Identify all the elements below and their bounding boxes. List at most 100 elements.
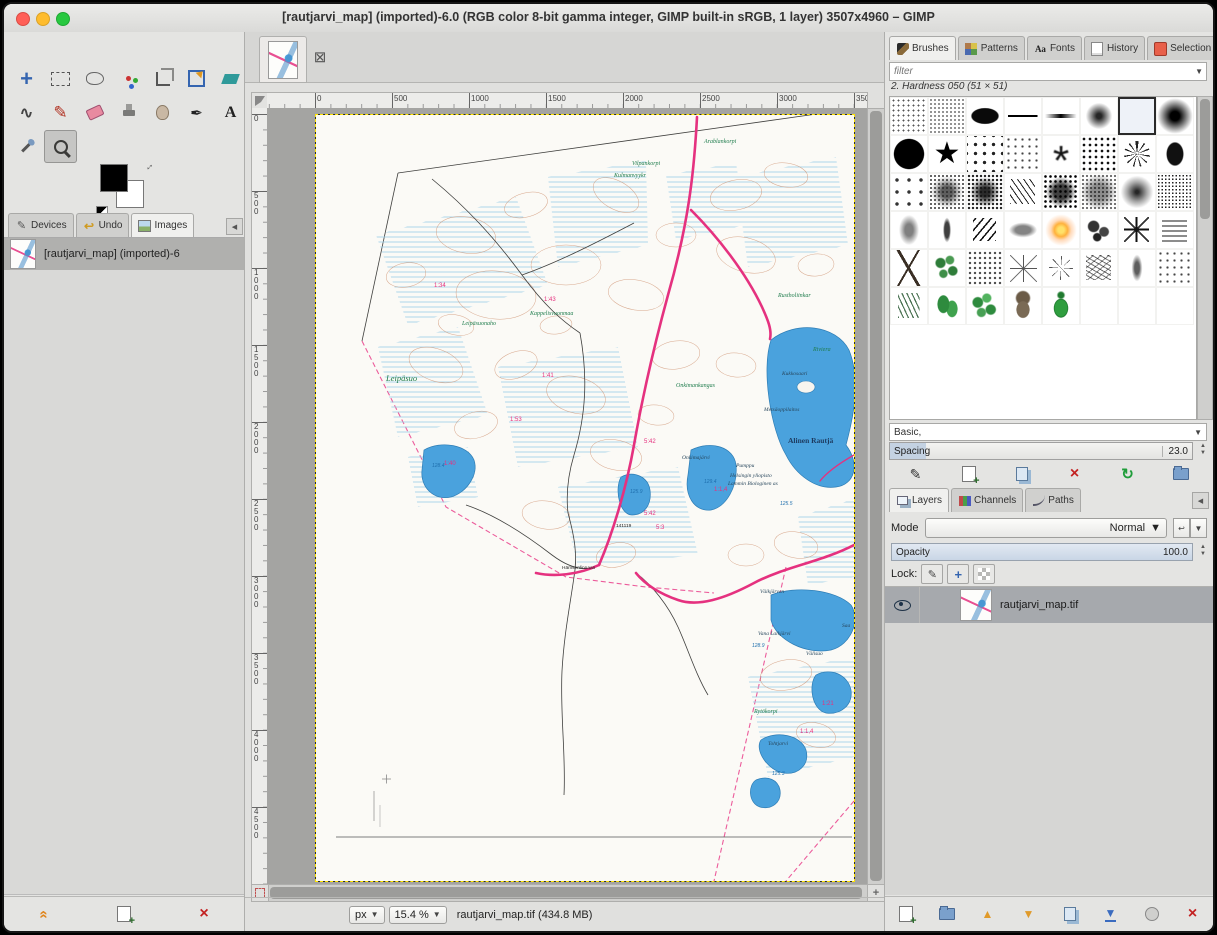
unit-select[interactable]: px ▼ <box>349 906 385 924</box>
delete-brush-button[interactable]: × <box>1062 462 1088 486</box>
tab-channels[interactable]: Channels <box>951 488 1023 512</box>
tab-undo[interactable]: Undo <box>76 213 130 237</box>
raise-displays-button[interactable]: « <box>31 902 57 926</box>
brush-item-empty[interactable] <box>1080 287 1118 325</box>
brush-item-splat[interactable] <box>1042 135 1080 173</box>
brush-item-inkblob[interactable] <box>966 97 1004 135</box>
brush-item-speck[interactable] <box>1156 249 1194 287</box>
pencil-tool[interactable] <box>44 96 77 129</box>
brush-item-hard050[interactable] <box>1118 97 1156 135</box>
title-bar[interactable]: [rautjarvi_map] (imported)-6.0 (RGB colo… <box>4 4 1213 33</box>
layers-dock-menu-button[interactable]: ◀ <box>1192 492 1209 509</box>
brush-item-softdot[interactable] <box>1080 97 1118 135</box>
smudge-tool[interactable] <box>146 96 179 129</box>
move-tool[interactable] <box>10 62 43 95</box>
opacity-slider[interactable]: Opacity 100.0 <box>891 543 1193 561</box>
brush-item-star[interactable] <box>928 135 966 173</box>
ink-tool[interactable] <box>180 96 213 129</box>
tab-history[interactable]: History <box>1084 36 1145 60</box>
tab-fonts[interactable]: AaFonts <box>1027 36 1082 60</box>
brush-item-dotdiamond[interactable] <box>966 135 1004 173</box>
brush-scrollbar-thumb[interactable] <box>1200 99 1210 219</box>
text-tool[interactable] <box>214 96 247 129</box>
brush-item-fuzzy[interactable] <box>1118 173 1156 211</box>
brush-item-flake[interactable] <box>1042 249 1080 287</box>
brush-item-speckle[interactable] <box>890 97 928 135</box>
tab-selection[interactable]: Selection <box>1147 36 1215 60</box>
new-brush-button[interactable] <box>956 462 982 486</box>
brush-item-crackle[interactable] <box>1080 249 1118 287</box>
image-tab[interactable] <box>259 36 307 83</box>
brush-item-dotgrid[interactable] <box>1080 135 1118 173</box>
brush-item-twig[interactable] <box>890 249 928 287</box>
brush-item-taper[interactable] <box>1042 97 1080 135</box>
brush-item-bigcircle[interactable] <box>890 135 928 173</box>
brush-item-texture[interactable] <box>1156 211 1194 249</box>
rect-select-tool[interactable] <box>44 62 77 95</box>
delete-image-button[interactable]: × <box>191 902 217 926</box>
mode-select[interactable]: Normal ▼ <box>925 518 1167 538</box>
duplicate-brush-button[interactable] <box>1009 462 1035 486</box>
canvas-viewport[interactable]: ArablankorpiVilpankorpiKulmanvyykrRustho… <box>267 108 867 884</box>
brush-item-speck[interactable] <box>1004 135 1042 173</box>
tab-paths[interactable]: Paths <box>1025 488 1081 512</box>
spacing-slider[interactable]: Spacing 23.0 <box>889 442 1193 460</box>
free-select-tool[interactable] <box>78 62 111 95</box>
brush-item-sun[interactable] <box>1042 211 1080 249</box>
brush-tag-row[interactable]: Basic, ▼ <box>889 423 1207 441</box>
brush-item-smoke[interactable] <box>890 211 928 249</box>
eraser-tool[interactable] <box>78 96 111 129</box>
zoom-tool[interactable] <box>44 130 77 163</box>
brush-item-web[interactable] <box>1004 249 1042 287</box>
brush-item-feather[interactable] <box>928 211 966 249</box>
color-picker-tool[interactable] <box>10 130 43 163</box>
brush-item-pepper[interactable] <box>1042 287 1080 325</box>
brush-item-spray[interactable] <box>1080 173 1118 211</box>
lock-pixels-button[interactable] <box>921 564 943 584</box>
zoom-select[interactable]: 15.4 % ▼ <box>389 906 447 924</box>
open-brush-button[interactable] <box>1168 462 1194 486</box>
brush-grid-scrollbar[interactable] <box>1197 96 1213 420</box>
brush-item-leafgreen[interactable] <box>928 287 966 325</box>
brush-item-thinline[interactable] <box>1004 97 1042 135</box>
lower-layer-button[interactable]: ▼ <box>1016 902 1042 926</box>
brush-item-owl[interactable] <box>1004 287 1042 325</box>
tab-layers[interactable]: Layers <box>889 488 949 512</box>
canvas-page[interactable]: ArablankorpiVilpankorpiKulmanvyykrRustho… <box>315 114 855 882</box>
vertical-scrollbar-thumb[interactable] <box>870 111 882 881</box>
delete-layer-button[interactable]: × <box>1180 902 1206 926</box>
brush-item-sparsedots[interactable] <box>890 173 928 211</box>
brush-item-noise[interactable] <box>1156 173 1194 211</box>
brush-item-scratch[interactable] <box>1004 173 1042 211</box>
edit-brush-button[interactable]: ✎ <box>903 462 929 486</box>
brush-item-smudge[interactable] <box>1004 211 1042 249</box>
add-mask-button[interactable] <box>1139 902 1165 926</box>
close-tab-icon[interactable]: ⊠ <box>309 46 331 68</box>
tab-brushes[interactable]: Brushes <box>889 36 956 60</box>
merge-down-button[interactable]: ▼ <box>1098 902 1124 926</box>
raise-layer-button[interactable]: ▲ <box>975 902 1001 926</box>
transform-tool[interactable] <box>180 62 213 95</box>
clone-tool[interactable] <box>112 96 145 129</box>
blend-space-button[interactable]: ↩ <box>1173 518 1190 538</box>
tab-patterns[interactable]: Patterns <box>958 36 1025 60</box>
tab-images[interactable]: Images <box>131 213 194 237</box>
crop-tool[interactable] <box>146 62 179 95</box>
image-list-item[interactable]: [rautjarvi_map] (imported)-6 <box>4 238 244 270</box>
paths-tool[interactable] <box>10 96 43 129</box>
brush-item-empty[interactable] <box>1156 287 1194 325</box>
brush-item-hatchlines[interactable] <box>966 211 1004 249</box>
lock-alpha-button[interactable] <box>973 564 995 584</box>
new-layer-group-button[interactable] <box>934 902 960 926</box>
brush-item-softbig[interactable] <box>1156 97 1194 135</box>
brush-item-burst[interactable] <box>1118 135 1156 173</box>
brush-item-wisp[interactable] <box>1118 249 1156 287</box>
duplicate-layer-button[interactable] <box>1057 902 1083 926</box>
foreground-color-swatch[interactable] <box>100 164 128 192</box>
brush-filter-input[interactable] <box>890 66 1195 77</box>
new-display-button[interactable] <box>111 902 137 926</box>
brush-item-blot[interactable] <box>1156 135 1194 173</box>
brush-item-pebbles[interactable] <box>1080 211 1118 249</box>
shear-tool[interactable] <box>214 62 247 95</box>
vertical-scrollbar[interactable] <box>867 108 885 886</box>
